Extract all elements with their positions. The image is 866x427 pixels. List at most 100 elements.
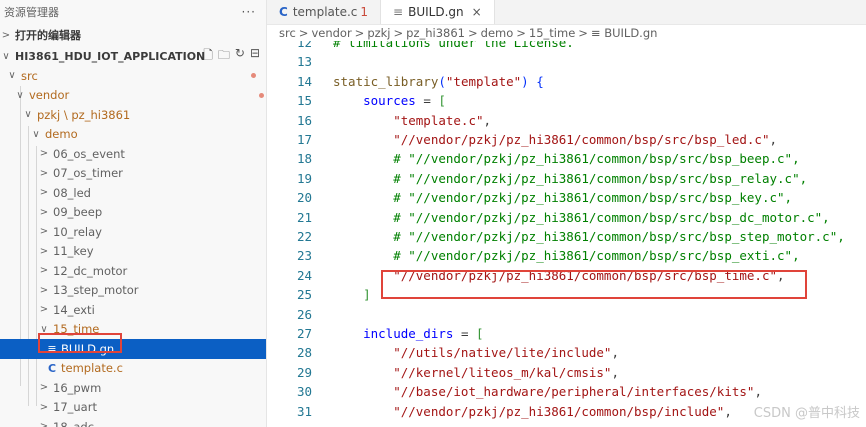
code-token: # limitations under the License.: [333, 41, 574, 50]
code-line: 12 # limitations under the License.: [267, 41, 866, 54]
breadcrumb-item[interactable]: src: [279, 26, 296, 40]
code-token: "//vendor/pzkj/pz_hi3861/common/bsp/src/…: [333, 267, 778, 283]
text-file-icon: ≡: [47, 342, 57, 356]
collapse-all-icon[interactable]: ⊟: [250, 46, 260, 67]
folder-item[interactable]: >13_step_motor: [0, 281, 266, 301]
chevron-down-icon: ∨: [8, 70, 16, 82]
code-token: include_dirs: [333, 326, 454, 341]
line-number: 31: [296, 403, 312, 419]
code-token: # "//vendor/pzkj/pz_hi3861/common/bsp/sr…: [333, 190, 793, 206]
code-text: # "//vendor/pzkj/pz_hi3861/common/bsp/sr…: [333, 151, 799, 166]
line-number: 23: [296, 248, 312, 264]
tree-item-label: 16_pwm: [53, 380, 102, 395]
chevron-right-icon: >: [39, 206, 49, 218]
tree-item-label: 07_os_timer: [53, 166, 123, 181]
code-text: "//vendor/pzkj/pz_hi3861/common/bsp/src/…: [333, 267, 784, 283]
chevron-right-icon: >: [578, 26, 588, 40]
file-item[interactable]: ≡ BUILD.gn: [0, 339, 266, 359]
folder-item[interactable]: ∨ demo: [0, 125, 266, 145]
folder-item[interactable]: >14_exti: [0, 300, 266, 320]
more-actions-icon[interactable]: ···: [242, 5, 256, 19]
chevron-right-icon: >: [516, 26, 526, 40]
code-token: ,: [769, 132, 778, 147]
breadcrumb-item[interactable]: 15_time: [529, 26, 575, 40]
folder-item[interactable]: >17_uart: [0, 398, 266, 418]
tree-item-label: 06_os_event: [53, 146, 125, 161]
code-line: 13: [267, 54, 866, 73]
line-number: 30: [296, 384, 312, 400]
code-token: [: [438, 93, 446, 109]
chevron-right-icon: >: [39, 304, 49, 316]
code-line: 21 # "//vendor/pzkj/pz_hi3861/common/bsp…: [267, 210, 866, 229]
folder-item[interactable]: >06_os_event: [0, 144, 266, 164]
chevron-down-icon: ∨: [16, 89, 24, 101]
tree-item-label: 17_uart: [53, 400, 97, 415]
code-line: 22 # "//vendor/pzkj/pz_hi3861/common/bsp…: [267, 229, 866, 248]
code-token: ,: [611, 345, 619, 361]
c-file-icon: C: [279, 5, 288, 19]
tree-item-label: 14_exti: [53, 302, 95, 317]
close-icon[interactable]: ×: [472, 5, 482, 19]
code-token: ]: [333, 287, 371, 303]
folder-item[interactable]: >12_dc_motor: [0, 261, 266, 281]
code-token: =: [453, 326, 476, 341]
chevron-down-icon: ∨: [24, 109, 32, 121]
explorer-actions: 🗋 🗀 ↻ ⊟: [203, 46, 260, 67]
code-text: # "//vendor/pzkj/pz_hi3861/common/bsp/sr…: [333, 171, 807, 186]
new-file-icon[interactable]: 🗋: [203, 46, 213, 67]
folder-item[interactable]: ∨ 15_time: [0, 320, 266, 340]
line-number: 15: [296, 93, 312, 109]
breadcrumb-item[interactable]: vendor: [311, 26, 351, 40]
folder-item[interactable]: >11_key: [0, 242, 266, 262]
breadcrumb-item[interactable]: demo: [481, 26, 514, 40]
folder-item[interactable]: ∨ vendor: [0, 86, 266, 106]
chevron-right-icon: >: [393, 26, 404, 40]
folder-item[interactable]: >16_pwm: [0, 378, 266, 398]
modified-dot-icon: [259, 92, 264, 98]
folder-item[interactable]: >09_beep: [0, 203, 266, 223]
code-token: "//base/iot_hardware/peripheral/interfac…: [333, 384, 755, 400]
breadcrumb-item[interactable]: pz_hi3861: [406, 26, 465, 40]
code-text: "//base/iot_hardware/peripheral/interfac…: [333, 384, 762, 399]
tree-item-label: 18_adc: [53, 419, 95, 427]
chevron-right-icon: >: [39, 148, 49, 160]
new-folder-icon[interactable]: 🗀: [218, 46, 230, 67]
chevron-right-icon: >: [39, 187, 49, 199]
folder-item[interactable]: >07_os_timer: [0, 164, 266, 184]
open-editors-section[interactable]: > 打开的编辑器: [0, 24, 266, 46]
code-line: 15 sources = [: [267, 93, 866, 112]
code-text: "//vendor/pzkj/pz_hi3861/common/bsp/incl…: [333, 404, 732, 419]
line-number: 28: [296, 345, 312, 361]
folder-item[interactable]: >18_adc: [0, 417, 266, 427]
code-token: "template.c": [333, 112, 484, 128]
code-text: # "//vendor/pzkj/pz_hi3861/common/bsp/sr…: [333, 229, 845, 244]
tab-template-c[interactable]: C template.c 1: [267, 0, 382, 24]
code-token: static_library: [333, 73, 439, 89]
watermark: CSDN @普中科技: [753, 406, 860, 421]
chevron-right-icon: >: [354, 26, 365, 40]
breadcrumb-item[interactable]: pzkj: [367, 26, 390, 40]
project-root[interactable]: ∨ HI3861_HDU_IOT_APPLICATION 🗋 🗀 ↻ ⊟: [0, 45, 266, 67]
breadcrumb-item[interactable]: ≡ BUILD.gn: [591, 26, 658, 40]
refresh-icon[interactable]: ↻: [235, 46, 245, 67]
folder-item[interactable]: >10_relay: [0, 222, 266, 242]
folder-item[interactable]: ∨ pzkj \ pz_hi3861: [0, 105, 266, 125]
open-editors-label: 打开的编辑器: [15, 29, 81, 42]
chevron-down-icon: ∨: [32, 128, 40, 140]
chevron-right-icon: >: [39, 382, 49, 394]
file-item[interactable]: Ctemplate.c1: [0, 359, 266, 379]
code-editor[interactable]: 12 # limitations under the License. 13 14 st…: [267, 41, 866, 427]
code-token: "//kernel/liteos_m/kal/cmsis": [333, 364, 612, 380]
folder-item[interactable]: ∨ src: [0, 66, 266, 86]
line-number: 12: [296, 41, 312, 50]
tab-build-gn[interactable]: ≡ BUILD.gn ×: [381, 0, 495, 24]
tree-item-label: 10_relay: [53, 224, 102, 239]
code-line: 19 # "//vendor/pzkj/pz_hi3861/common/bsp…: [267, 171, 866, 190]
folder-item[interactable]: >08_led: [0, 183, 266, 203]
breadcrumb: src > vendor > pzkj > pz_hi3861 > demo >15_time > ≡…: [267, 25, 866, 41]
code-token: sources: [333, 93, 416, 109]
chevron-right-icon: >: [298, 26, 309, 40]
line-number: 26: [296, 306, 312, 322]
code-text: static_library("template") {: [333, 74, 544, 89]
line-number: 16: [296, 112, 312, 128]
